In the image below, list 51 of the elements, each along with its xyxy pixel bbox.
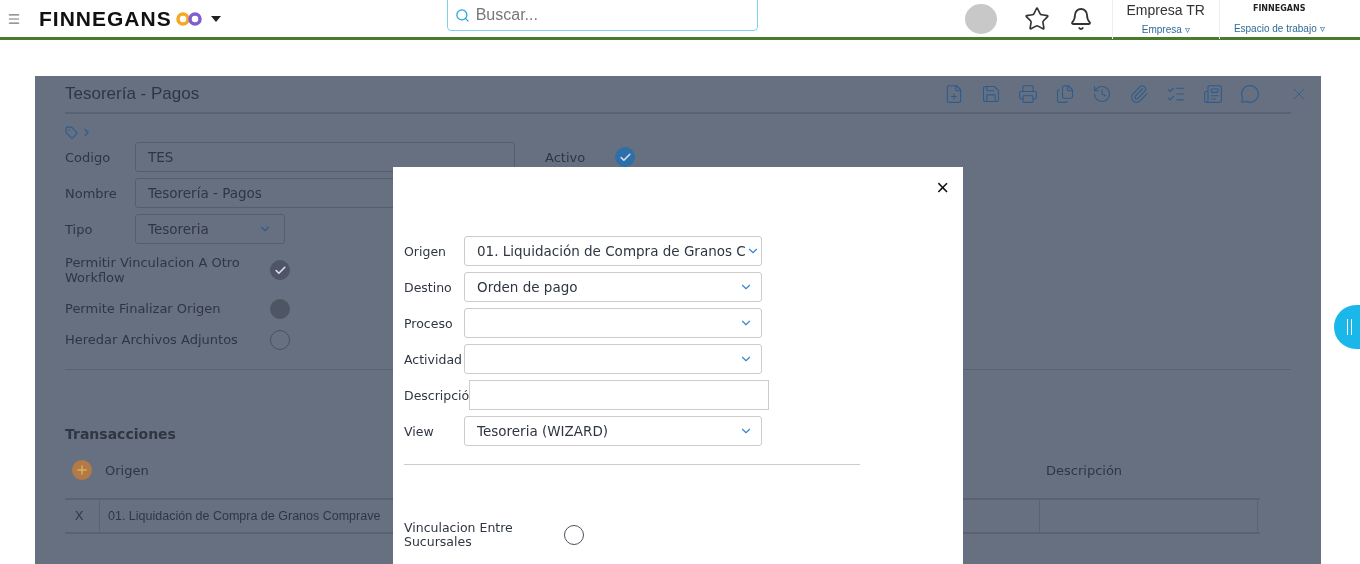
active-checkbox[interactable] — [615, 147, 635, 167]
print-icon[interactable] — [1018, 84, 1038, 104]
search-icon — [454, 8, 470, 23]
column-header: Origen — [105, 462, 150, 478]
section-title: Transacciones — [65, 426, 176, 442]
tag-icon[interactable] — [65, 126, 78, 139]
avatar-icon[interactable] — [963, 2, 998, 35]
workspace-logo: FINNEGANS — [1252, 3, 1306, 13]
option-label: Permite Finalizar Origen — [65, 301, 222, 316]
field-label: Proceso — [404, 315, 454, 331]
field-label: Tipo — [65, 221, 94, 237]
option-label: Permitir Vinculacion A Otro Workflow — [65, 255, 241, 285]
field-label: View — [404, 423, 435, 439]
history-icon[interactable] — [1092, 84, 1112, 104]
select-field[interactable]: Tesoreria (WIZARD) — [464, 416, 762, 446]
select-field[interactable]: 01. Liquidación de Compra de Granos C — [464, 236, 762, 266]
company-name: Empresa TR — [1126, 2, 1205, 18]
attachment-icon[interactable] — [1129, 84, 1149, 104]
star-icon[interactable] — [1023, 5, 1050, 32]
document-icon[interactable] — [1203, 84, 1223, 104]
field-label: Destino — [404, 279, 453, 295]
check-icon — [273, 263, 287, 277]
menu-icon[interactable] — [7, 11, 21, 26]
field-label: Codigo — [65, 149, 112, 165]
infinity-logo-icon — [174, 11, 203, 26]
option-label: Heredar Archivos Adjuntos — [65, 332, 239, 347]
select-field[interactable] — [464, 344, 762, 374]
field-label: Nombre — [65, 185, 118, 201]
select-field[interactable]: Orden de pago — [464, 272, 762, 302]
field-label: Activo — [545, 149, 587, 165]
search-field[interactable]: Buscar... — [446, 0, 758, 31]
check-icon — [618, 150, 632, 164]
caret-icon[interactable] — [210, 15, 221, 22]
add-icon[interactable] — [72, 460, 92, 480]
select-field[interactable] — [464, 308, 762, 338]
comment-icon[interactable] — [1240, 84, 1260, 104]
field-label: Descripció — [404, 387, 470, 403]
company-dropdown[interactable]: Empresa ▿ — [1141, 24, 1190, 35]
bell-icon[interactable] — [1068, 6, 1093, 31]
option-checkbox[interactable] — [270, 260, 290, 280]
workspace-dropdown[interactable]: Espacio de trabajo ▿ — [1233, 22, 1325, 34]
field-label: Actividad — [404, 351, 463, 367]
column-header: Descripción — [1046, 462, 1123, 478]
field-label: Origen — [404, 243, 447, 259]
close-button[interactable]: × — [936, 177, 949, 199]
copy-icon[interactable] — [1055, 84, 1075, 104]
input-field[interactable] — [469, 380, 770, 410]
brand-logo: FINNEGANS — [39, 6, 172, 31]
save-icon[interactable] — [981, 84, 1001, 104]
new-file-icon[interactable] — [944, 84, 964, 104]
form-title: Tesorería - Pagos — [65, 84, 201, 104]
